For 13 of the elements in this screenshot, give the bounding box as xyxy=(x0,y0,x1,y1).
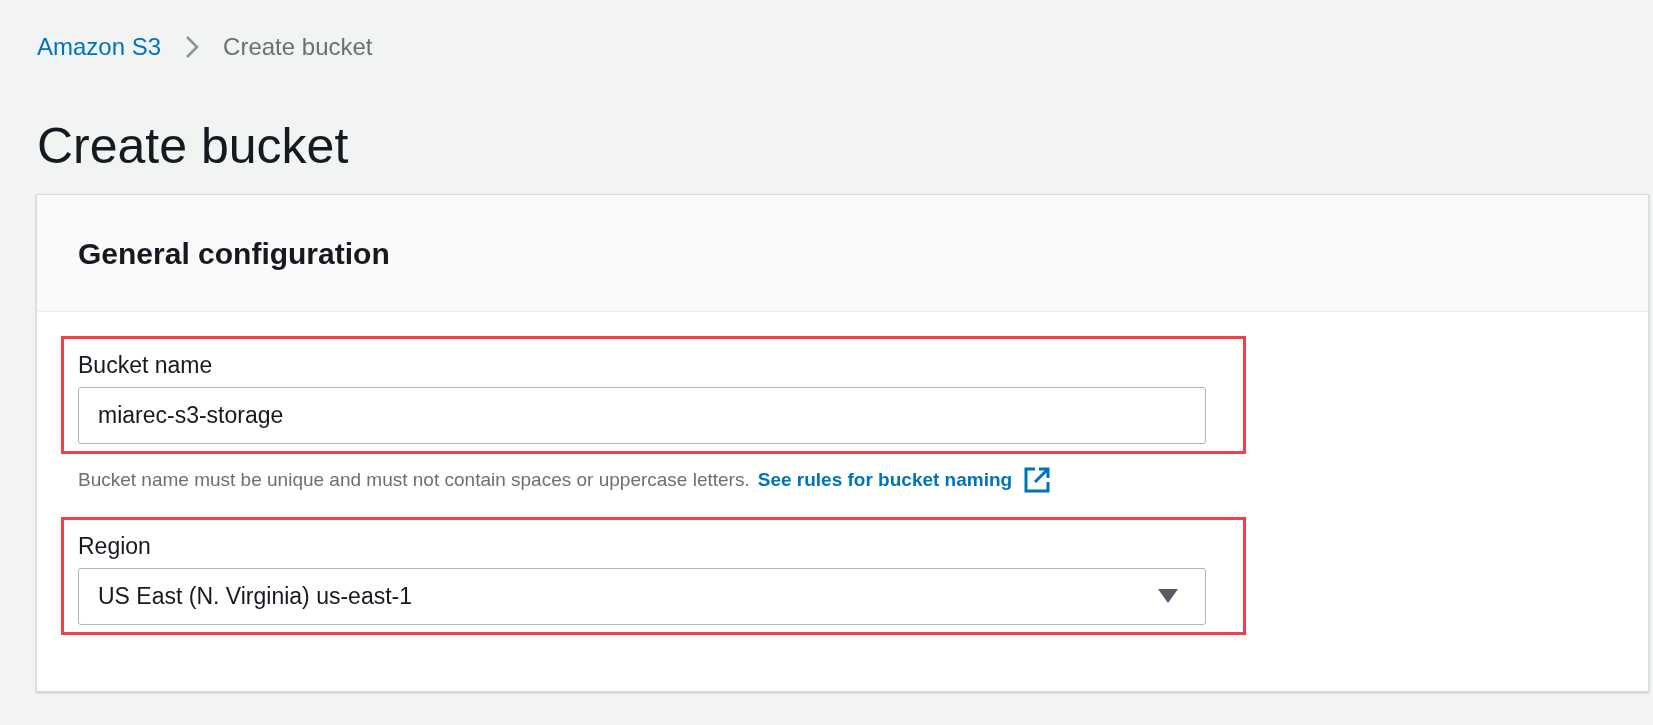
panel-title: General configuration xyxy=(78,235,390,272)
field-label: Bucket name xyxy=(78,351,214,379)
external-link-icon[interactable] xyxy=(1024,467,1051,494)
page-title: Create bucket xyxy=(37,117,350,176)
rules-link[interactable]: See rules for bucket naming xyxy=(757,466,1013,495)
hint-text: Bucket name must be unique and must not contain spaces or uppercase letters. xyxy=(78,468,750,492)
breadcrumb-current: Create bucket xyxy=(223,32,373,62)
caret-icon xyxy=(1158,589,1178,603)
breadcrumb-link[interactable]: Amazon S3 xyxy=(37,29,162,65)
region-dropdown[interactable]: US East (N. Virginia) us-east-1 xyxy=(78,567,1206,625)
field-label: Region xyxy=(78,531,152,560)
chevron-icon xyxy=(185,35,200,59)
bucket-name-field[interactable]: miarec-s3-storage xyxy=(78,387,1206,444)
